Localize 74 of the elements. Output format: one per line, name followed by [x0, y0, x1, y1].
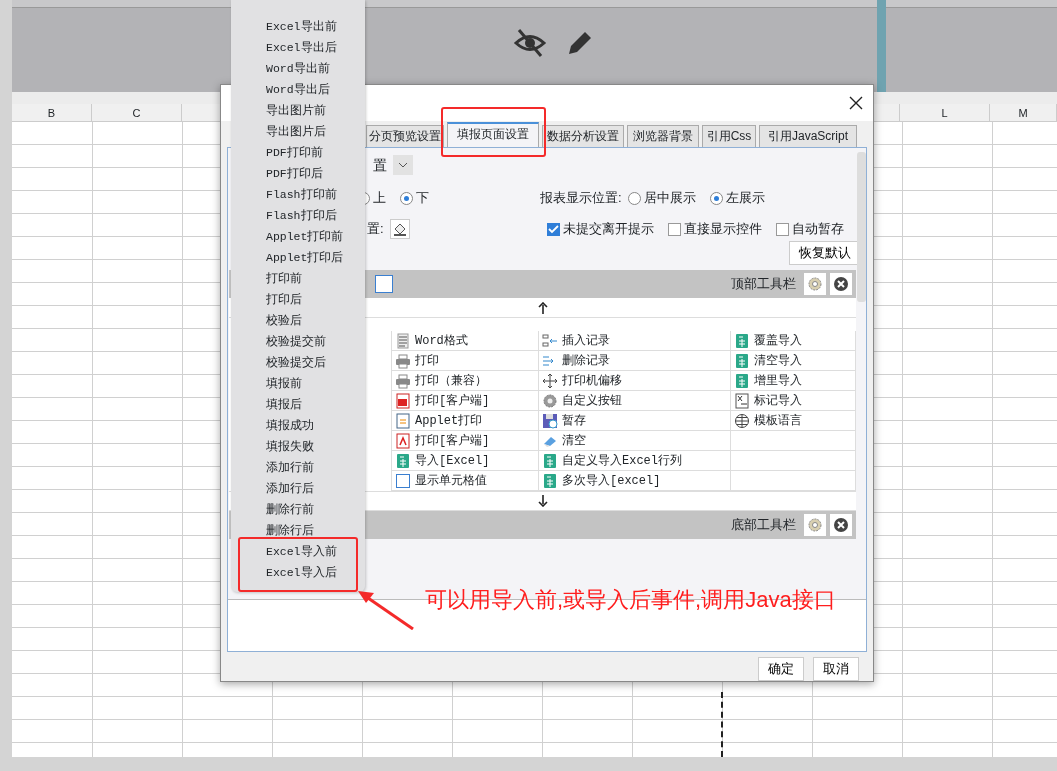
menu-item[interactable]: 校验提交前: [231, 331, 365, 352]
document-icon: [395, 332, 411, 349]
column-header: M: [990, 104, 1057, 121]
menu-item[interactable]: Applet打印前: [231, 226, 365, 247]
checkbox-label: 自动暂存: [792, 220, 844, 239]
radio-button[interactable]: [627, 191, 641, 205]
tab[interactable]: 引用Css: [702, 125, 756, 147]
close-icon[interactable]: [849, 96, 863, 110]
menu-item[interactable]: 校验提交后: [231, 352, 365, 373]
menu-item[interactable]: Excel导入后: [231, 562, 365, 583]
eye-slash-icon: [513, 28, 547, 58]
tab[interactable]: 分页预览设置: [366, 125, 444, 147]
tab[interactable]: 填报页面设置: [447, 122, 539, 147]
menu-item[interactable]: 打印前: [231, 268, 365, 289]
annotation-arrow: [358, 590, 414, 630]
delete-icon[interactable]: [830, 514, 852, 536]
option-label: 下: [416, 189, 429, 208]
menu-item[interactable]: Word导出后: [231, 79, 365, 100]
menu-item[interactable]: Excel导出后: [231, 37, 365, 58]
up-arrow-icon[interactable]: [537, 301, 548, 314]
tab[interactable]: 引用JavaScript: [759, 125, 857, 147]
window-icon: [375, 275, 393, 293]
background-label: 置:: [367, 220, 384, 239]
checkbox[interactable]: [547, 222, 560, 236]
menu-item[interactable]: PDF打印后: [231, 163, 365, 184]
field-label: 报表显示位置:: [540, 189, 622, 208]
scrollbar[interactable]: [857, 152, 866, 302]
radio-button[interactable]: [709, 191, 723, 205]
layout-dropdown[interactable]: 置: [373, 154, 413, 176]
menu-item[interactable]: 填报前: [231, 373, 365, 394]
column-header: C: [92, 104, 182, 121]
checkbox[interactable]: [668, 222, 681, 236]
menu-item[interactable]: Applet打印后: [231, 247, 365, 268]
option-label: 居中展示: [643, 189, 696, 208]
page-break-line: [721, 692, 723, 757]
menu-item[interactable]: 打印后: [231, 289, 365, 310]
ok-button[interactable]: 确定: [758, 657, 804, 681]
column-header: L: [900, 104, 990, 121]
move-icon: [542, 372, 558, 389]
menu-item[interactable]: Flash打印前: [231, 184, 365, 205]
menu-item[interactable]: 添加行后: [231, 478, 365, 499]
tab[interactable]: 浏览器背景: [627, 125, 699, 147]
tab[interactable]: 数据分析设置: [542, 125, 624, 147]
bottom-toolbar-label: 底部工具栏: [731, 516, 796, 535]
checkbox-label: 未提交离开提示: [563, 220, 654, 239]
menu-item[interactable]: 导出图片后: [231, 121, 365, 142]
delete-icon[interactable]: [830, 273, 852, 295]
gear-icon: [542, 392, 558, 409]
menu-item[interactable]: Excel导出前: [231, 16, 365, 37]
menu-item[interactable]: 添加行前: [231, 457, 365, 478]
checkbox[interactable]: [776, 222, 789, 236]
menu-item[interactable]: 删除行后: [231, 520, 365, 541]
chevron-down-icon: [398, 162, 408, 168]
menu-item[interactable]: 填报后: [231, 394, 365, 415]
menu-item[interactable]: Flash打印后: [231, 205, 365, 226]
menu-item[interactable]: 导出图片前: [231, 100, 365, 121]
menu-item[interactable]: 删除行前: [231, 499, 365, 520]
menu-item[interactable]: Word导出前: [231, 58, 365, 79]
menu-item[interactable]: Excel导入前: [231, 541, 365, 562]
option-label: 上: [373, 189, 386, 208]
cancel-button[interactable]: 取消: [813, 657, 859, 681]
option-label: 左展示: [725, 189, 765, 208]
checkbox-label: 直接显示控件: [684, 220, 762, 239]
menu-item[interactable]: 填报失败: [231, 436, 365, 457]
paint-bucket-icon[interactable]: [389, 219, 410, 239]
down-arrow-icon[interactable]: [537, 495, 548, 507]
insert-row-icon: [542, 332, 558, 349]
menu-item[interactable]: 校验后: [231, 310, 365, 331]
menu-item[interactable]: PDF打印前: [231, 142, 365, 163]
menu-item[interactable]: 填报成功: [231, 415, 365, 436]
column-header: B: [12, 104, 92, 121]
annotation-text: 可以用导入前,或导入后事件,调用Java接口: [425, 586, 836, 614]
top-toolbar-label: 顶部工具栏: [731, 275, 796, 294]
radio-button[interactable]: [400, 191, 413, 205]
